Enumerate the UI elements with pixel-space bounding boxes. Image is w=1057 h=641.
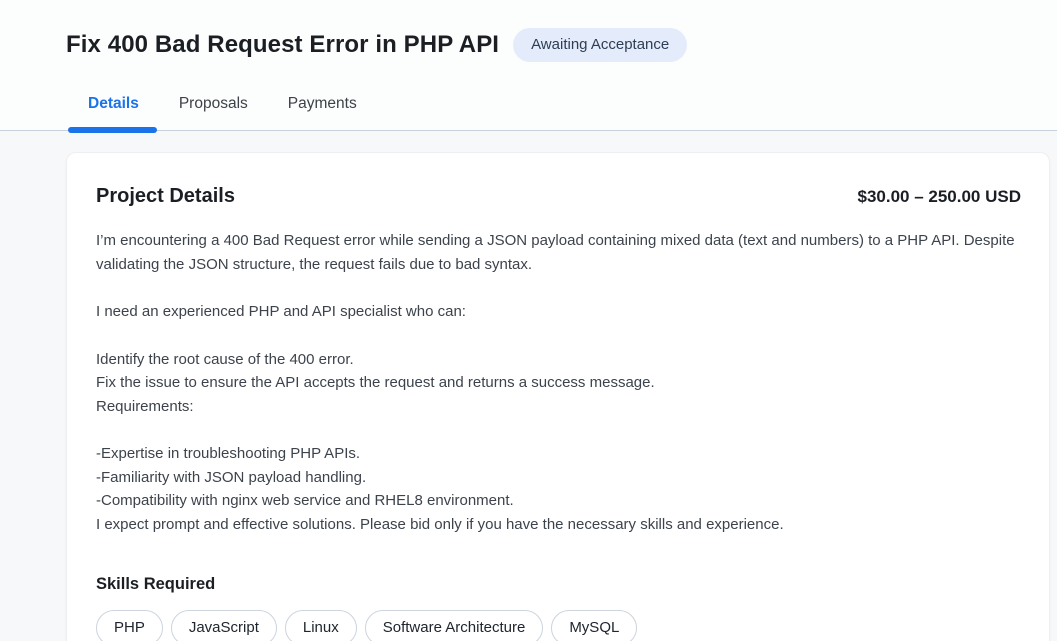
project-description: I’m encountering a 400 Bad Request error… [96,229,1021,536]
skill-chip-javascript[interactable]: JavaScript [171,610,277,641]
project-details-card: Project Details $30.00 – 250.00 USD I’m … [66,152,1050,641]
description-paragraph: -Expertise in troubleshooting PHP APIs. … [96,442,1021,536]
tab-bar: Details Proposals Payments [68,95,1057,130]
description-paragraph: I’m encountering a 400 Bad Request error… [96,229,1021,276]
skill-chip-software-architecture[interactable]: Software Architecture [365,610,544,641]
description-paragraph: I need an experienced PHP and API specia… [96,300,1021,324]
tab-proposals[interactable]: Proposals [159,95,268,130]
page-header: Fix 400 Bad Request Error in PHP API Awa… [0,0,1057,131]
card-header: Project Details $30.00 – 250.00 USD [96,184,1021,208]
skill-chip-mysql[interactable]: MySQL [551,610,637,641]
project-details-heading: Project Details [96,184,235,208]
active-tab-indicator [68,127,157,133]
skills-list: PHP JavaScript Linux Software Architectu… [96,610,1021,641]
tab-payments[interactable]: Payments [268,95,377,130]
skills-required-heading: Skills Required [96,574,1021,594]
tab-details-label: Details [88,95,139,112]
skill-chip-linux[interactable]: Linux [285,610,357,641]
project-budget: $30.00 – 250.00 USD [857,187,1021,207]
tab-proposals-label: Proposals [179,95,248,112]
status-badge: Awaiting Acceptance [513,28,687,62]
page-content: Project Details $30.00 – 250.00 USD I’m … [0,131,1057,641]
title-row: Fix 400 Bad Request Error in PHP API Awa… [66,26,1057,64]
tab-details[interactable]: Details [68,95,159,130]
project-title: Fix 400 Bad Request Error in PHP API [66,30,499,60]
description-paragraph: Identify the root cause of the 400 error… [96,348,1021,419]
skill-chip-php[interactable]: PHP [96,610,163,641]
tab-payments-label: Payments [288,95,357,112]
